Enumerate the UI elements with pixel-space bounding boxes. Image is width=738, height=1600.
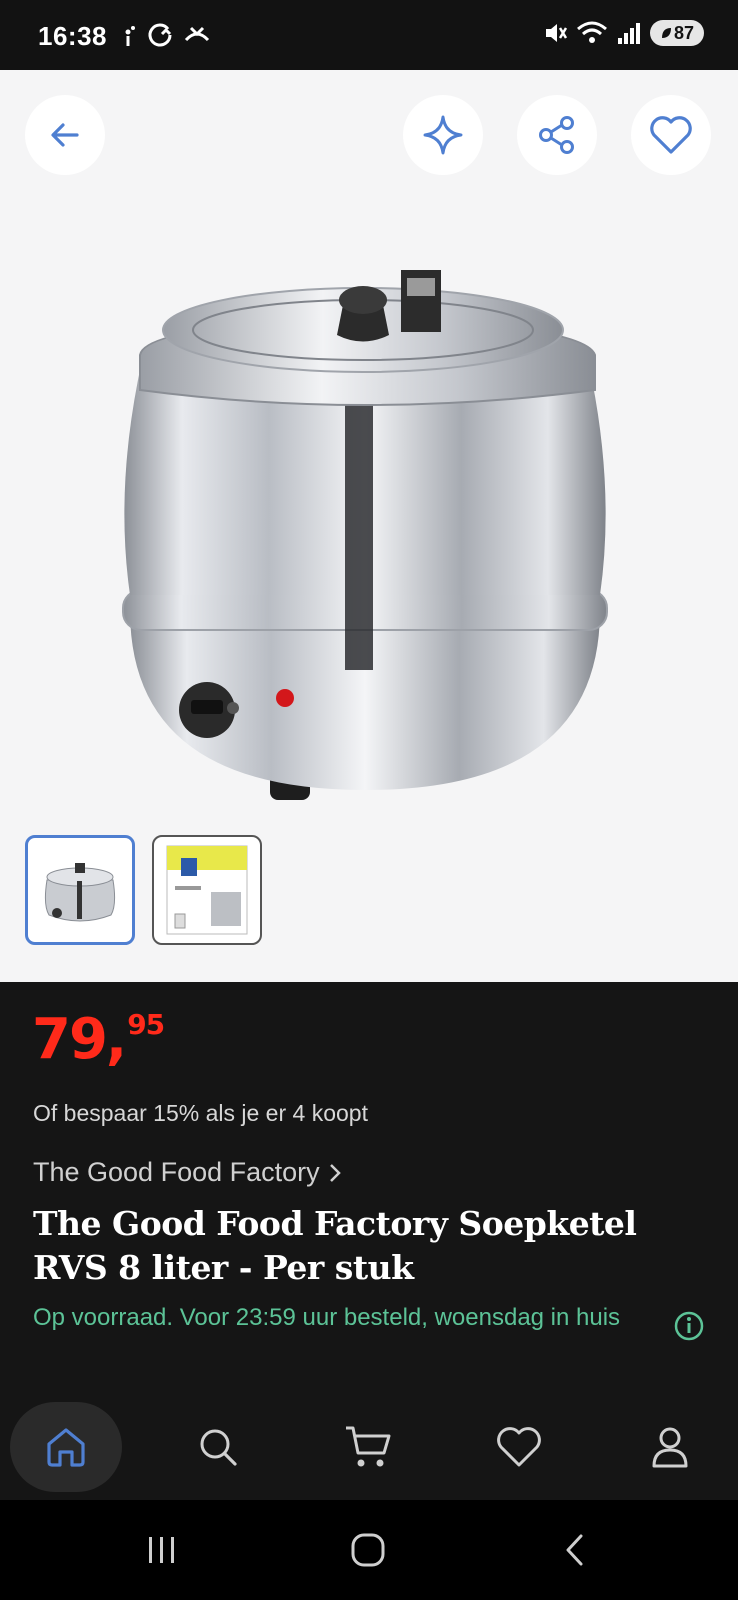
signal-dot-icon <box>125 26 135 46</box>
price-cents: 95 <box>127 1008 165 1041</box>
info-icon[interactable] <box>673 1310 705 1342</box>
nav-cart[interactable] <box>312 1402 424 1492</box>
wishlist-button[interactable] <box>631 95 711 175</box>
back-system-button[interactable] <box>545 1525 605 1575</box>
status-left-icons <box>118 20 212 50</box>
battery-saver-icon <box>661 28 671 38</box>
nav-account[interactable] <box>614 1402 726 1492</box>
product-image[interactable] <box>105 190 625 820</box>
kettle-thumbnail-image <box>44 863 116 922</box>
wifi-icon <box>577 21 607 43</box>
sparkle-icon <box>423 115 463 155</box>
sync-icon <box>148 23 172 47</box>
cart-icon <box>346 1426 391 1467</box>
status-time: 16:38 <box>38 21 107 51</box>
share-button[interactable] <box>517 95 597 175</box>
recent-apps-button[interactable] <box>132 1525 192 1575</box>
search-icon <box>200 1429 237 1466</box>
thumbnail-box[interactable] <box>152 835 262 945</box>
home-system-button[interactable] <box>338 1525 398 1575</box>
bottom-navigation <box>0 1402 738 1500</box>
brand-name: The Good Food Factory <box>33 1157 320 1187</box>
nav-wishlist[interactable] <box>463 1402 575 1492</box>
heart-icon <box>650 116 692 154</box>
nav-search[interactable] <box>162 1402 274 1492</box>
brand-link[interactable]: The Good Food Factory <box>33 1157 342 1188</box>
product-details: 79,95 Of bespaar 15% als je er 4 koopt T… <box>0 982 738 1402</box>
product-title: The Good Food Factory Soepketel RVS 8 li… <box>33 1204 637 1287</box>
home-circle-icon <box>351 1533 385 1567</box>
status-right-icons: 87 <box>542 20 704 46</box>
back-button[interactable] <box>25 95 105 175</box>
back-chevron-icon <box>566 1534 583 1566</box>
price: 79,95 <box>32 1007 165 1072</box>
recent-apps-icon <box>149 1537 174 1563</box>
system-navigation <box>0 1500 738 1600</box>
price-whole: 79, <box>32 1007 127 1072</box>
status-bar: 16:38 87 <box>0 0 738 70</box>
missed-call-icon <box>184 26 210 42</box>
account-icon <box>652 1427 688 1468</box>
heart-icon <box>497 1427 541 1467</box>
chevron-right-icon <box>329 1163 341 1182</box>
mute-icon <box>546 24 568 42</box>
thumbnail-strip <box>25 835 262 945</box>
availability-text: Op voorraad. Voor 23:59 uur besteld, woe… <box>33 1304 621 1331</box>
box-thumbnail-image <box>166 845 248 935</box>
battery-indicator: 87 <box>650 20 704 46</box>
home-icon <box>47 1428 85 1467</box>
sparkle-button[interactable] <box>403 95 483 175</box>
battery-level: 87 <box>673 22 695 43</box>
share-icon <box>539 116 574 154</box>
thumbnail-kettle[interactable] <box>25 835 135 945</box>
cellular-signal-icon <box>618 23 640 44</box>
arrow-left-icon <box>51 123 79 147</box>
nav-home[interactable] <box>10 1402 122 1492</box>
promo-text: Of bespaar 15% als je er 4 koopt <box>33 1100 368 1126</box>
product-gallery[interactable] <box>0 70 738 982</box>
